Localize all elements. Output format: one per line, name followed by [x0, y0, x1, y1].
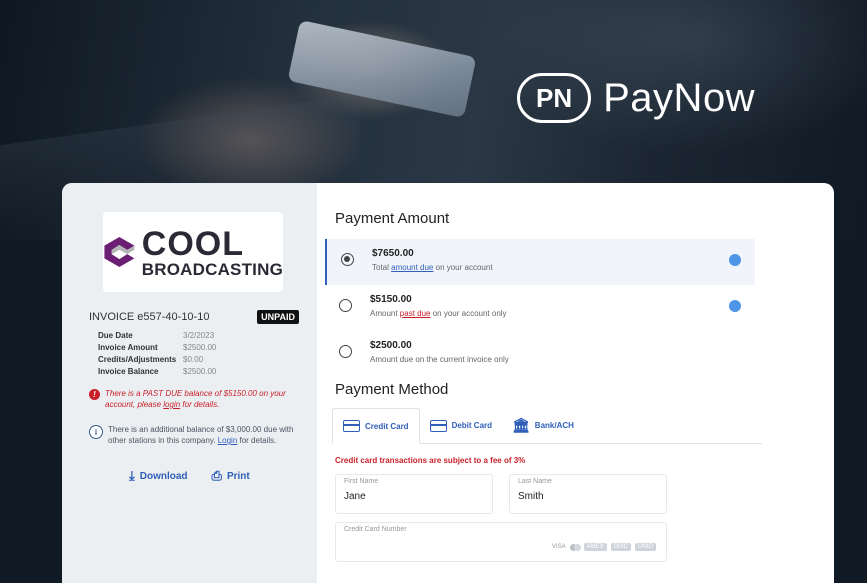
visa-icon: VISA — [551, 544, 566, 550]
payment-amount-options: $7650.00 Total amount due on your accoun… — [325, 239, 755, 377]
exclamation-icon: ! — [89, 389, 100, 400]
invoice-row-due-date: Due Date 3/2/2023 — [98, 330, 299, 342]
amount-option-total-desc-start: Total — [372, 263, 392, 272]
amount-option-total-value: $7650.00 — [372, 248, 414, 259]
debit-card-icon — [429, 419, 447, 432]
first-name-field[interactable]: First Name Jane — [335, 474, 493, 514]
invoice-sidebar: COOL BROADCASTING INVOICE e557-40-10-10 … — [62, 183, 317, 583]
discover-icon: DISC — [610, 543, 631, 551]
amount-option-past-due-desc-end: on your account only — [430, 309, 507, 318]
tab-debit-card[interactable]: Debit Card — [420, 408, 502, 443]
print-label: Print — [226, 470, 250, 482]
info-icon: i — [89, 425, 103, 439]
tab-credit-card[interactable]: Credit Card — [332, 408, 420, 444]
payment-panel: COOL BROADCASTING INVOICE e557-40-10-10 … — [62, 183, 834, 583]
past-due-link[interactable]: past due — [400, 309, 431, 318]
tab-credit-card-label: Credit Card — [365, 421, 409, 431]
amount-option-past-due[interactable]: $5150.00 Amount past due on your account… — [325, 285, 755, 331]
printer-icon: ⎙ — [211, 468, 222, 483]
balance-label: Invoice Balance — [98, 367, 159, 376]
payment-method-title: Payment Method — [335, 381, 449, 398]
company-logo: COOL BROADCASTING — [103, 212, 283, 292]
last-name-value: Smith — [518, 491, 544, 502]
additional-balance-text-end: for details. — [237, 436, 277, 445]
download-button[interactable]: ⤓ Download — [129, 468, 188, 484]
past-due-alert: ! There is a PAST DUE balance of $5150.0… — [89, 388, 299, 410]
first-name-value: Jane — [344, 491, 366, 502]
amount-option-past-due-desc: Amount past due on your account only — [370, 309, 507, 318]
paynow-logo: PN PayNow — [517, 72, 755, 124]
amount-option-invoice-desc: Amount due on the current invoice only — [370, 355, 509, 364]
payment-amount-title: Payment Amount — [335, 210, 450, 227]
paynow-logo-mark: PN — [517, 73, 592, 123]
paynow-logo-text: PayNow — [603, 75, 756, 120]
card-number-field[interactable]: Credit Card Number VISA AMEX DISC UNIO — [335, 522, 667, 562]
payment-form: Payment Amount $7650.00 Total amount due… — [317, 183, 834, 583]
card-brand-icons: VISA AMEX DISC UNIO — [548, 543, 656, 551]
bank-icon: 🏛 — [512, 417, 530, 433]
amount-option-invoice[interactable]: $2500.00 Amount due on the current invoi… — [325, 331, 755, 377]
tab-bank-ach[interactable]: 🏛 Bank/ACH — [502, 408, 584, 443]
card-number-label: Credit Card Number — [344, 526, 407, 533]
fee-notice: Credit card transactions are subject to … — [335, 456, 526, 465]
download-label: Download — [139, 470, 188, 482]
invoice-details: Due Date 3/2/2023 Invoice Amount $2500.0… — [98, 330, 299, 378]
last-name-field[interactable]: Last Name Smith — [509, 474, 667, 514]
company-logo-icon — [104, 237, 135, 267]
last-name-label: Last Name — [518, 478, 552, 485]
invoice-row-amount: Invoice Amount $2500.00 — [98, 342, 299, 354]
past-due-text-end: for details. — [180, 400, 220, 409]
amount-option-total[interactable]: $7650.00 Total amount due on your accoun… — [325, 239, 755, 285]
invoice-row-balance: Invoice Balance $2500.00 — [98, 366, 299, 378]
credits-label: Credits/Adjustments — [98, 355, 177, 364]
credit-card-icon — [343, 420, 360, 432]
download-icon: ⤓ — [129, 468, 135, 483]
amount-option-total-desc: Total amount due on your account — [372, 263, 493, 272]
additional-balance-alert: i There is an additional balance of $3,0… — [89, 424, 299, 446]
amount-option-past-due-value: $5150.00 — [370, 294, 412, 305]
amount-option-total-desc-end: on your account — [433, 263, 493, 272]
invoice-header: INVOICE e557-40-10-10 UNPAID — [89, 310, 299, 324]
credits-value: $0.00 — [183, 355, 204, 364]
print-button[interactable]: ⎙ Print — [212, 468, 250, 484]
company-name-line2: BROADCASTING — [141, 259, 283, 279]
tab-debit-card-label: Debit Card — [451, 421, 493, 430]
mastercard-icon — [569, 543, 581, 551]
amex-icon: AMEX — [583, 543, 607, 551]
past-due-login-link[interactable]: login — [163, 400, 180, 409]
additional-login-link[interactable]: Login — [218, 436, 238, 445]
invoice-amount-label: Invoice Amount — [98, 343, 158, 352]
amount-option-past-due-radio[interactable] — [339, 299, 352, 312]
amount-option-total-radio[interactable] — [341, 253, 354, 266]
amount-option-invoice-radio[interactable] — [339, 345, 352, 358]
company-name-line1: COOL — [141, 224, 244, 263]
due-date-value: 3/2/2023 — [183, 331, 215, 340]
unionpay-icon: UNIO — [635, 543, 656, 551]
invoice-number: INVOICE e557-40-10-10 — [89, 311, 210, 323]
amount-due-link[interactable]: amount due — [391, 263, 433, 272]
name-fields: First Name Jane Last Name Smith — [335, 474, 834, 514]
payment-method-tabs: Credit Card Debit Card 🏛 Bank/ACH — [332, 408, 762, 444]
amount-option-past-due-desc-start: Amount — [370, 309, 400, 318]
tab-bank-ach-label: Bank/ACH — [534, 421, 574, 430]
invoice-amount-value: $2500.00 — [183, 343, 217, 352]
invoice-actions: ⤓ Download ⎙ Print — [129, 468, 299, 484]
amount-option-invoice-value: $2500.00 — [370, 340, 412, 351]
amount-option-past-due-indicator — [729, 300, 741, 312]
amount-option-total-indicator — [729, 254, 741, 266]
status-badge: UNPAID — [257, 310, 299, 324]
due-date-label: Due Date — [98, 331, 133, 340]
first-name-label: First Name — [344, 478, 379, 485]
invoice-row-credits: Credits/Adjustments $0.00 — [98, 354, 299, 366]
balance-value: $2500.00 — [183, 367, 217, 376]
